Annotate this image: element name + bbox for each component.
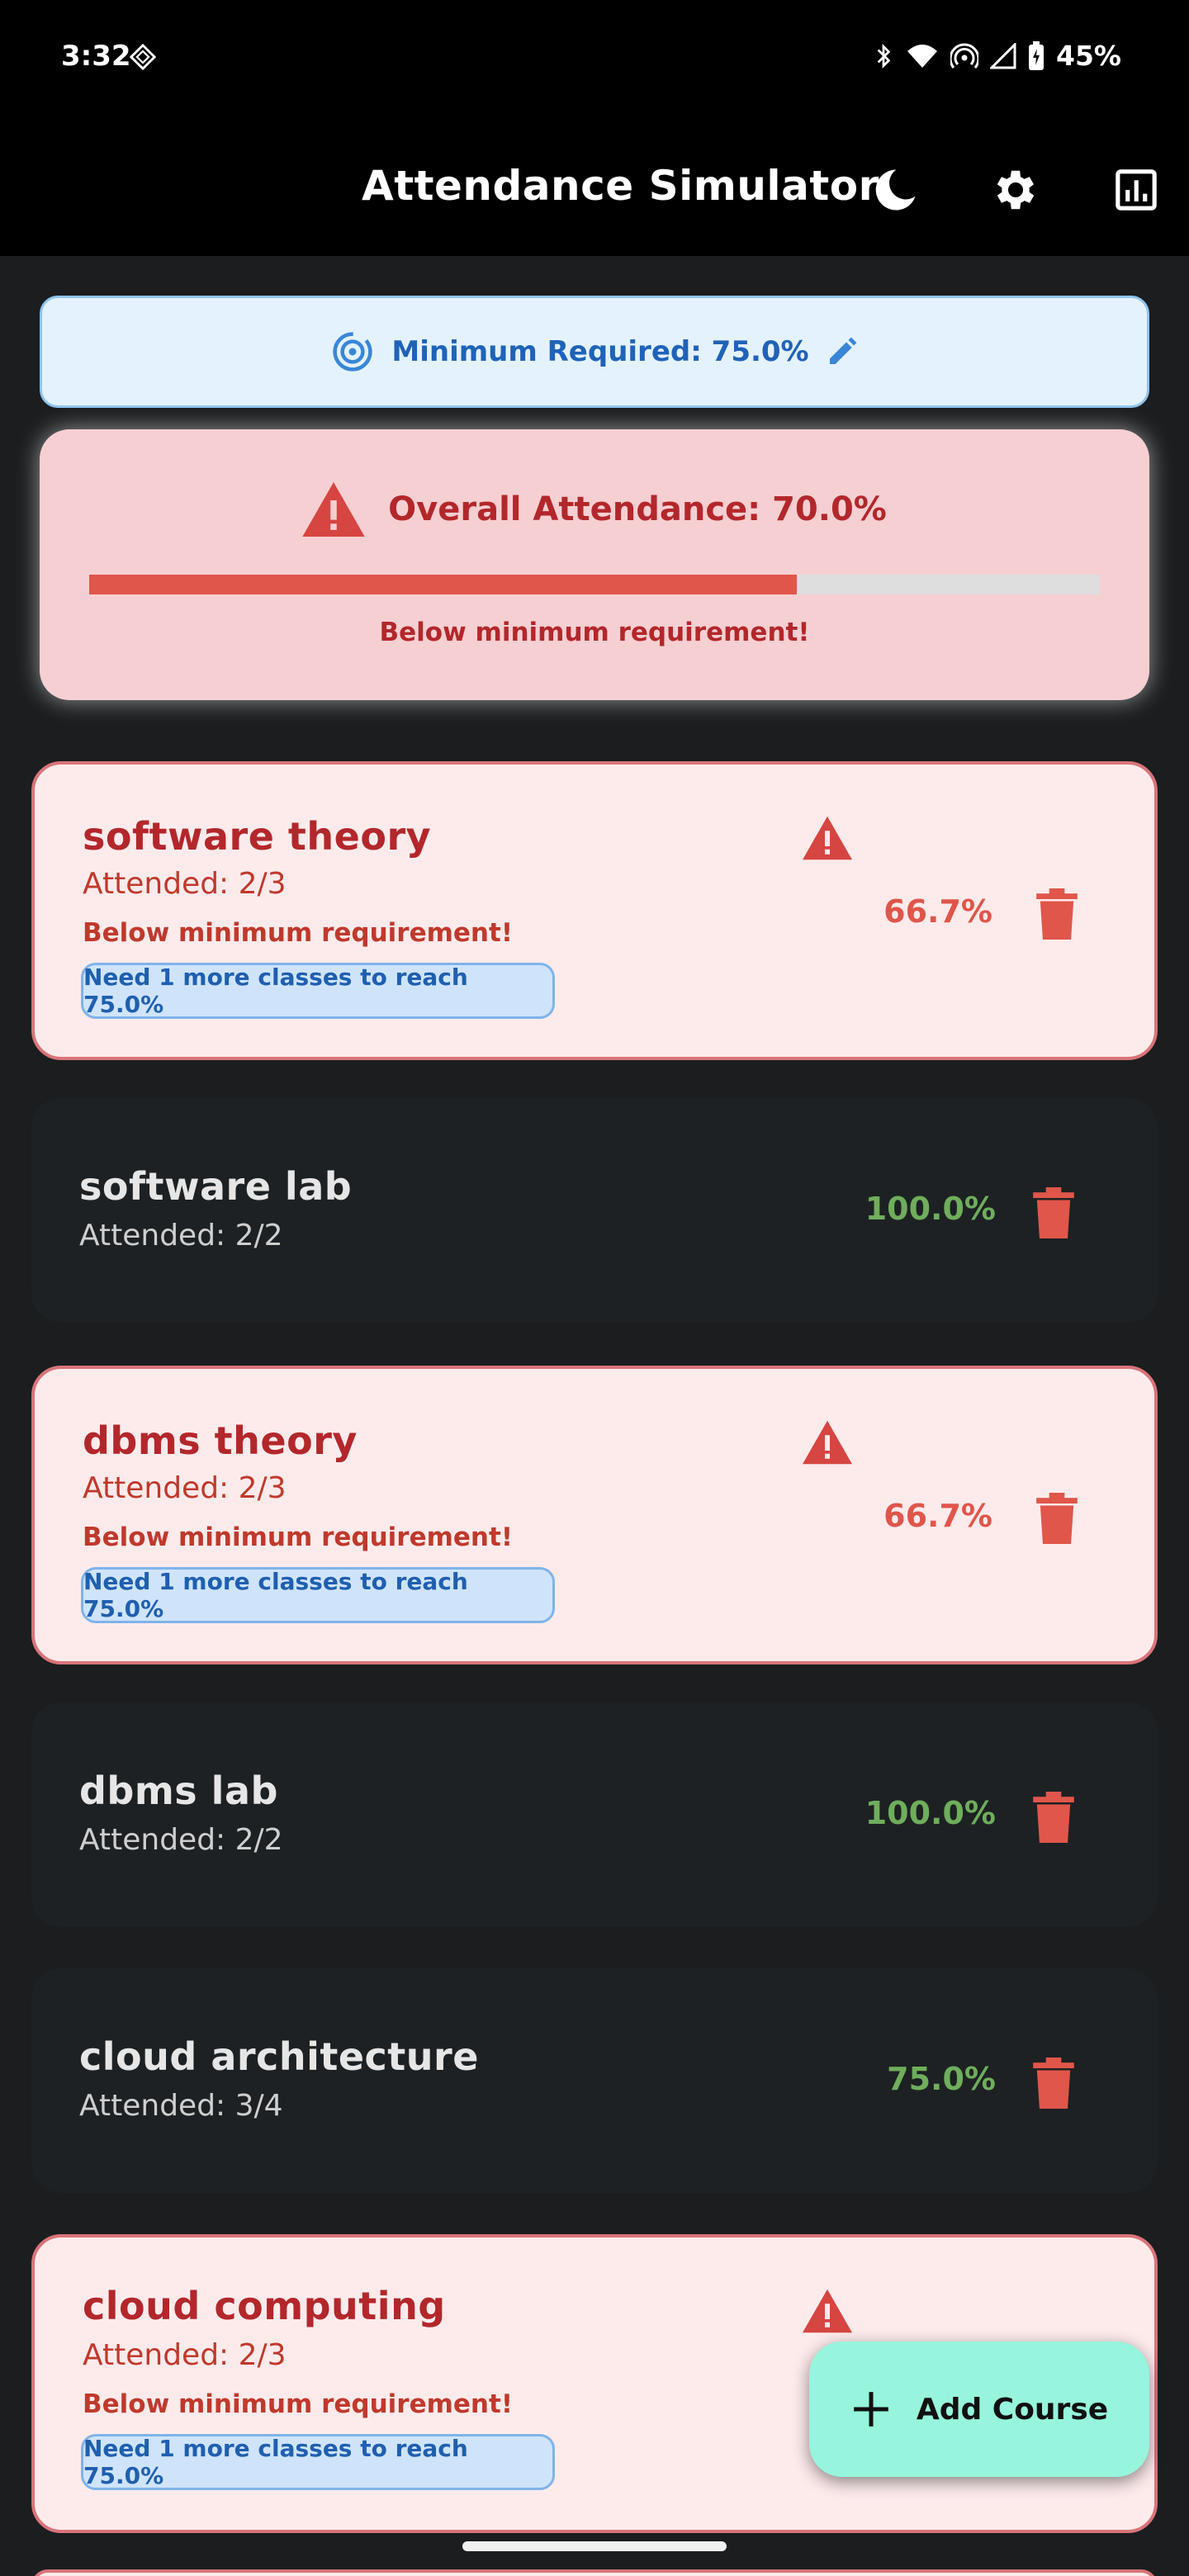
- delete-trash-icon[interactable]: [1034, 888, 1080, 940]
- delete-trash-icon[interactable]: [1034, 1493, 1080, 1544]
- course-attended: Attended: 2/3: [83, 867, 287, 901]
- status-bar: 3:32 45%: [0, 0, 1189, 124]
- course-need-badge: Need 1 more classes to reach 75.0%: [81, 963, 555, 1019]
- course-need-badge: Need 1 more classes to reach 75.0%: [81, 2434, 555, 2490]
- wifi-icon: [907, 44, 937, 68]
- course-percent: 66.7%: [883, 893, 992, 930]
- overall-progress-fill: [89, 575, 797, 594]
- course-name: software lab: [79, 1164, 353, 1209]
- course-card[interactable]: dbms theory Attended: 2/3 Below minimum …: [31, 1366, 1158, 1664]
- overall-attendance-title: Overall Attendance: 70.0%: [388, 490, 887, 528]
- course-attended: Attended: 3/4: [79, 2089, 283, 2123]
- course-percent: 100.0%: [865, 1191, 996, 1227]
- warning-icon: [803, 1420, 852, 1465]
- course-percent: 100.0%: [865, 1795, 996, 1831]
- vpn-diamond-icon: [129, 43, 157, 71]
- target-icon: [333, 332, 372, 372]
- battery-icon: [1029, 40, 1044, 70]
- minimum-required-label: Minimum Required: 75.0%: [391, 335, 809, 368]
- course-card[interactable]: software lab Attended: 2/2 100.0%: [31, 1098, 1158, 1323]
- course-name: cloud architecture: [79, 2034, 479, 2079]
- add-course-button[interactable]: Add Course: [809, 2342, 1149, 2477]
- course-below-warning: Below minimum requirement!: [83, 1522, 513, 1552]
- signal-icon: [990, 42, 1016, 69]
- delete-trash-icon[interactable]: [1030, 1792, 1077, 1843]
- course-card[interactable]: dbms lab Attended: 2/2 100.0%: [31, 1702, 1158, 1927]
- moon-icon: [875, 169, 916, 211]
- course-name: cloud computing: [83, 2284, 446, 2328]
- battery-percent: 45%: [1056, 40, 1121, 72]
- app-bar: Attendance Simulator: [0, 124, 1189, 256]
- course-percent: 66.7%: [883, 1498, 992, 1534]
- stats-button[interactable]: [1103, 157, 1169, 223]
- gear-icon: [997, 170, 1035, 210]
- settings-button[interactable]: [983, 157, 1049, 223]
- dark-mode-button[interactable]: [862, 157, 928, 223]
- plus-icon: [854, 2392, 888, 2427]
- course-need-badge: Need 1 more classes to reach 75.0%: [81, 1567, 555, 1623]
- minimum-required-banner[interactable]: Minimum Required: 75.0%: [40, 296, 1149, 408]
- course-percent: 75.0%: [887, 2061, 996, 2097]
- course-below-warning: Below minimum requirement!: [83, 918, 513, 948]
- overall-attendance-card: Overall Attendance: 70.0% Below minimum …: [40, 429, 1149, 700]
- bluetooth-icon: [877, 43, 891, 69]
- hotspot-icon: [950, 43, 978, 69]
- warning-icon: [803, 816, 852, 860]
- status-icons: 45%: [873, 40, 1121, 72]
- add-course-label: Add Course: [916, 2392, 1109, 2427]
- course-name: software theory: [83, 814, 432, 859]
- status-time: 3:32: [61, 40, 131, 73]
- course-card-partial: [31, 2569, 1158, 2576]
- course-name: dbms lab: [79, 1769, 278, 1813]
- overall-status: Below minimum requirement!: [379, 618, 810, 647]
- delete-trash-icon[interactable]: [1030, 2057, 1077, 2109]
- stats-chart-icon: [1116, 169, 1157, 211]
- delete-trash-icon[interactable]: [1030, 1187, 1077, 1238]
- overall-progress-bar: [89, 575, 1100, 594]
- course-card[interactable]: cloud architecture Attended: 3/4 75.0%: [31, 1968, 1158, 2193]
- warning-icon: [302, 482, 365, 537]
- course-attended: Attended: 2/2: [79, 1219, 283, 1252]
- course-below-warning: Below minimum requirement!: [83, 2389, 513, 2419]
- course-attended: Attended: 2/3: [83, 1471, 287, 1505]
- app-title: Attendance Simulator: [362, 162, 879, 210]
- course-attended: Attended: 2/2: [79, 1823, 283, 1857]
- edit-pencil-icon[interactable]: [826, 335, 859, 368]
- warning-icon: [803, 2289, 852, 2333]
- course-attended: Attended: 2/3: [83, 2338, 287, 2372]
- course-card[interactable]: software theory Attended: 2/3 Below mini…: [31, 761, 1158, 1060]
- course-name: dbms theory: [83, 1418, 358, 1463]
- gesture-nav-bar[interactable]: [462, 2541, 727, 2551]
